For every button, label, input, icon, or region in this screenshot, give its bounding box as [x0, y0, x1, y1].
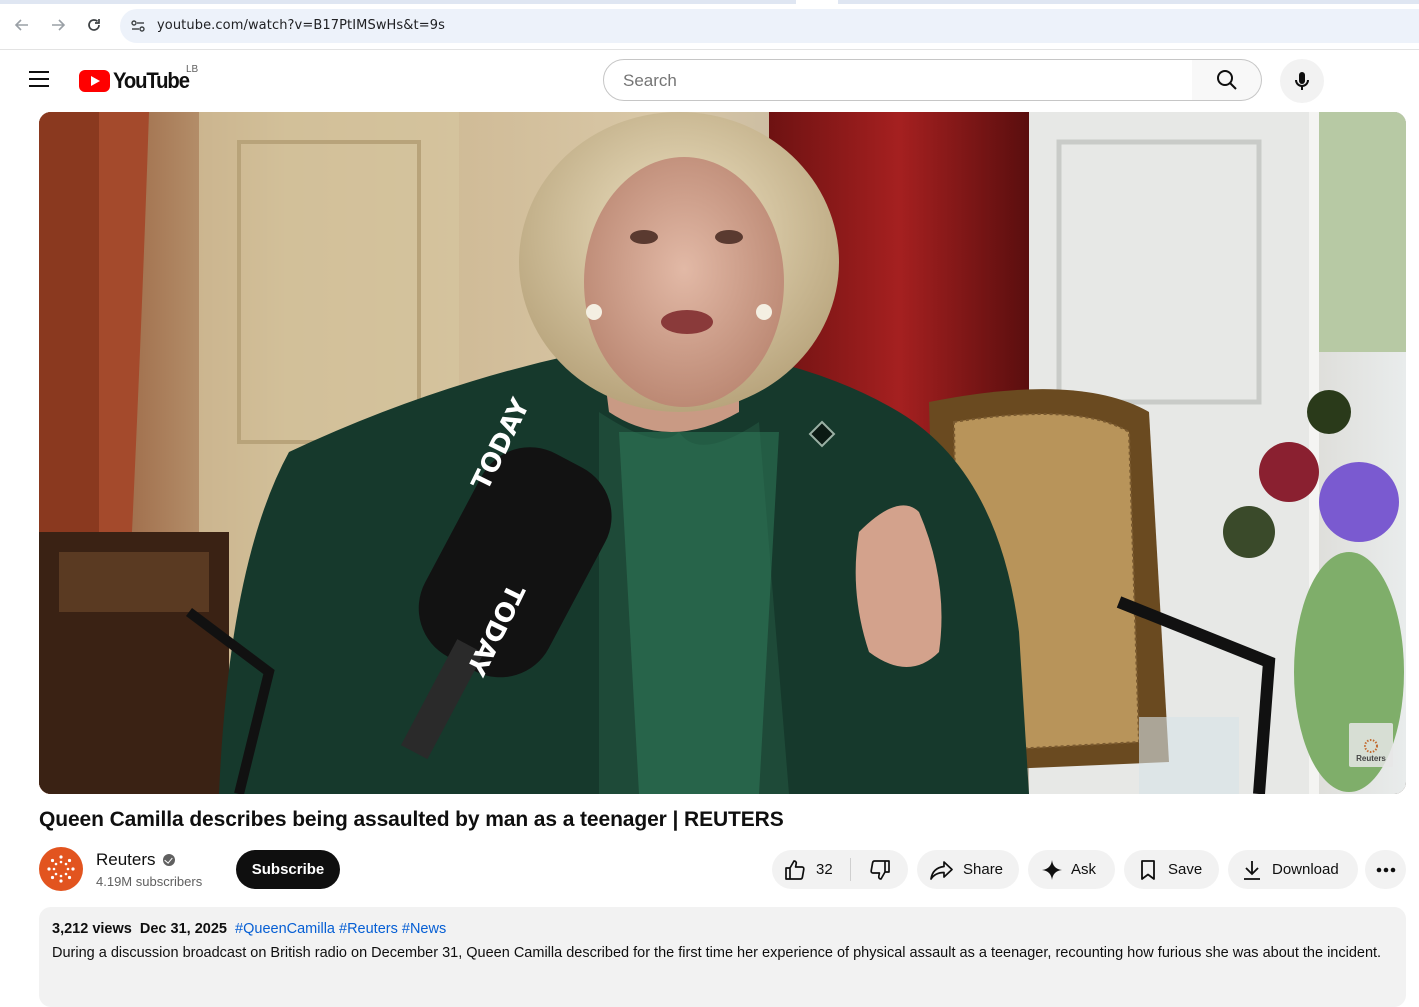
- share-label: Share: [963, 861, 1004, 878]
- view-count: 3,212 views: [52, 921, 132, 937]
- youtube-play-icon: [79, 70, 110, 92]
- reload-button[interactable]: [83, 14, 105, 36]
- dislike-button[interactable]: [851, 850, 908, 889]
- channel-avatar[interactable]: [39, 847, 83, 891]
- site-settings-icon[interactable]: [130, 18, 146, 34]
- like-button[interactable]: 32: [772, 850, 850, 889]
- save-label: Save: [1168, 861, 1203, 878]
- address-bar[interactable]: youtube.com/watch?v=B17PtIMSwHs&t=9s: [120, 9, 1419, 43]
- subscriber-count: 4.19M subscribers: [96, 874, 203, 889]
- reuters-logo-icon: [47, 855, 75, 883]
- browser-toolbar: youtube.com/watch?v=B17PtIMSwHs&t=9s: [0, 0, 1419, 50]
- share-button[interactable]: Share: [917, 850, 1019, 889]
- hashtag-link[interactable]: #News: [402, 921, 446, 937]
- back-button[interactable]: [11, 14, 33, 36]
- forward-button[interactable]: [47, 14, 69, 36]
- download-button[interactable]: Download: [1228, 850, 1358, 889]
- video-title: Queen Camilla describes being assaulted …: [39, 808, 784, 831]
- menu-icon-bar: [29, 85, 49, 87]
- video-player[interactable]: TODAY TODAY Reuters: [39, 112, 1406, 794]
- hashtag-link[interactable]: #Reuters: [339, 921, 398, 937]
- like-dislike-group: 32: [772, 850, 908, 889]
- menu-icon-bar: [29, 78, 49, 80]
- save-button[interactable]: Save: [1124, 850, 1219, 889]
- download-label: Download: [1272, 861, 1339, 878]
- search-box[interactable]: [603, 59, 1193, 101]
- search-icon: [1216, 70, 1237, 90]
- like-count: 32: [816, 861, 833, 878]
- thumbs-up-icon: [785, 859, 805, 880]
- description-meta: 3,212 views Dec 31, 2025 #QueenCamilla #…: [52, 921, 1393, 937]
- upload-date: Dec 31, 2025: [139, 921, 227, 937]
- youtube-masthead: YouTube LB: [0, 50, 1419, 112]
- thumbs-down-icon: [869, 859, 890, 880]
- more-actions-button[interactable]: [1365, 850, 1406, 889]
- ask-button[interactable]: Ask: [1028, 850, 1115, 889]
- voice-search-button[interactable]: [1280, 59, 1324, 103]
- subscribe-button[interactable]: Subscribe: [236, 850, 340, 889]
- share-icon: [930, 860, 953, 880]
- watermark-label: Reuters: [1356, 754, 1386, 763]
- arrow-right-icon: [52, 19, 66, 31]
- sparkle-icon: [1042, 859, 1062, 880]
- menu-icon-bar: [29, 71, 49, 73]
- youtube-wordmark: YouTube: [113, 68, 190, 93]
- menu-button[interactable]: [27, 71, 51, 91]
- description-text: During a discussion broadcast on British…: [52, 945, 1382, 961]
- reload-icon: [88, 19, 100, 31]
- youtube-logo[interactable]: YouTube LB: [79, 64, 198, 93]
- search-button[interactable]: [1192, 59, 1262, 101]
- bookmark-icon: [1141, 859, 1155, 880]
- country-code: LB: [186, 64, 199, 75]
- ask-label: Ask: [1071, 861, 1097, 878]
- more-horizontal-icon: [1376, 867, 1395, 872]
- arrow-left-icon: [14, 19, 28, 31]
- hashtag-link[interactable]: #QueenCamilla: [235, 921, 335, 937]
- reuters-watermark: Reuters: [1349, 723, 1393, 767]
- url-text[interactable]: youtube.com/watch?v=B17PtIMSwHs&t=9s: [157, 18, 445, 33]
- tab-strip: [0, 0, 1419, 4]
- reuters-logo-icon: [1364, 739, 1378, 753]
- verified-icon: [162, 854, 175, 866]
- active-tab-edge: [796, 0, 838, 4]
- video-frame[interactable]: TODAY TODAY: [39, 112, 1406, 794]
- microphone-icon: [1295, 72, 1309, 90]
- description-box[interactable]: 3,212 views Dec 31, 2025 #QueenCamilla #…: [39, 907, 1406, 1007]
- channel-name-row[interactable]: Reuters: [96, 850, 175, 870]
- download-icon: [1244, 860, 1260, 880]
- search-input[interactable]: [621, 70, 1165, 92]
- channel-name[interactable]: Reuters: [96, 850, 156, 870]
